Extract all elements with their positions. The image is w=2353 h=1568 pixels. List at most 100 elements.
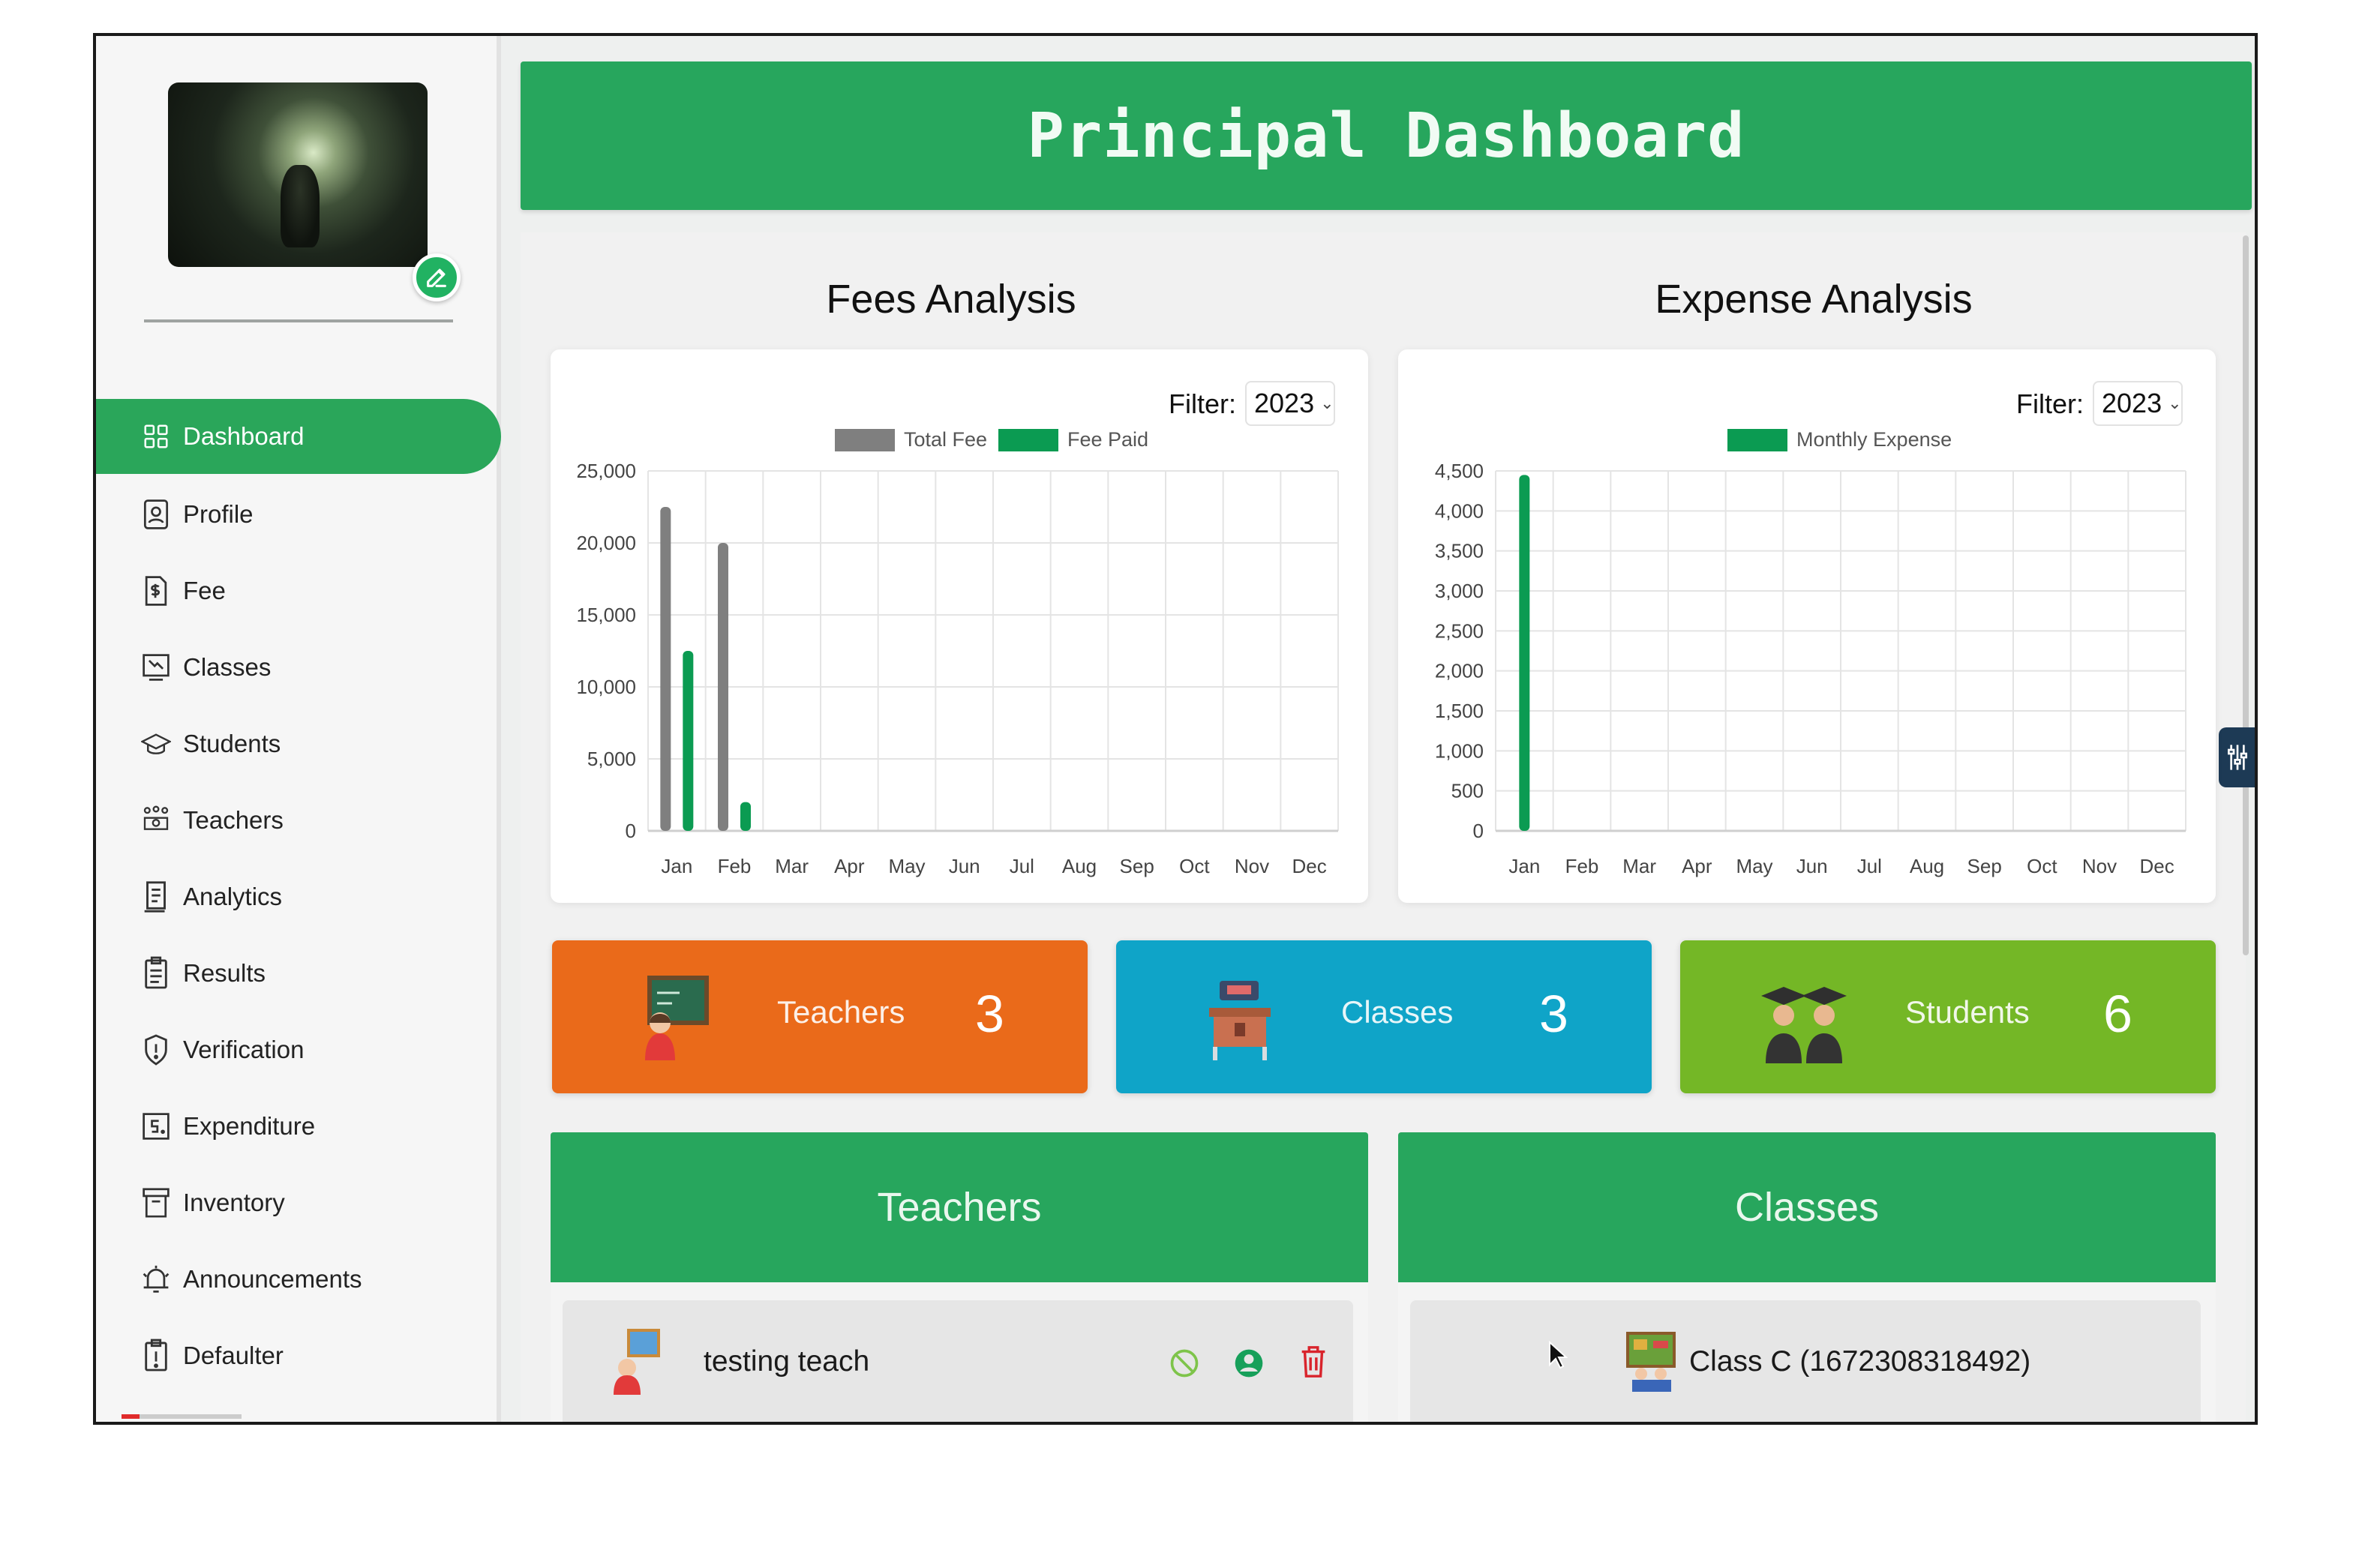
graduation-cap-icon [141,727,171,761]
alert-icon [141,1339,171,1373]
sidebar-item-label: Inventory [183,1189,285,1216]
edit-avatar-button[interactable] [413,253,461,301]
sidebar-item-verification[interactable]: Verification [96,1012,501,1087]
x-tick-label: Sep [1967,855,2002,877]
mouse-cursor-icon [1549,1341,1568,1369]
sidebar-item-announcements[interactable]: Announcements [96,1242,501,1317]
settings-toggle[interactable] [2219,727,2255,787]
teacher-row[interactable]: testing teach [563,1300,1353,1422]
block-button[interactable] [1167,1344,1202,1383]
user-circle-icon [1235,1349,1263,1378]
sidebar-item-profile[interactable]: Profile [96,477,501,552]
x-tick-label: Feb [1565,855,1599,877]
class-row[interactable]: Class C (1672308318492) [1410,1300,2201,1422]
sidebar-item-fee[interactable]: Fee [96,553,501,628]
x-tick-label: Jun [1796,855,1828,877]
class-name: Class C (1672308318492) [1689,1345,2031,1378]
students-stat-card[interactable]: Students 6 [1680,940,2216,1093]
sidebar-item-classes[interactable]: Classes [96,630,501,705]
bar [660,507,671,831]
stat-value: 6 [2103,985,2132,1043]
sidebar-item-defaulter[interactable]: Defaulter [96,1318,501,1393]
x-tick-label: Dec [2140,855,2174,877]
sidebar: Dashboard Profile Fee Classes Students T… [96,36,501,1422]
scrollbar[interactable] [2243,235,2249,955]
legend-swatch [998,429,1058,451]
view-profile-button[interactable] [1232,1344,1266,1383]
x-tick-label: Oct [1179,855,1210,877]
teachers-list-title: Teachers [877,1185,1042,1230]
inventory-icon [141,1186,171,1220]
legend-swatch [1727,429,1787,451]
bar [1519,475,1530,831]
stat-value: 3 [1539,985,1568,1043]
shield-icon [141,1033,171,1067]
expense-bar-chart: 0 500 1,000 1,500 2,000 2,500 3,000 3,500 4,000 4… [1435,428,2186,877]
legend-label: Total Fee [904,428,987,451]
progress-fill [122,1414,140,1419]
sidebar-item-label: Announcements [183,1265,362,1293]
y-tick-label: 4,500 [1435,460,1484,482]
y-tick-label: 500 [1451,780,1484,802]
teacher-name: testing teach [704,1345,870,1378]
stat-value: 3 [975,985,1004,1043]
bar [718,543,728,831]
sidebar-item-expenditure[interactable]: Expenditure [96,1089,501,1164]
page-title: Principal Dashboard [1027,100,1745,172]
teachers-icon [141,803,171,838]
legend-swatch [835,429,895,451]
stat-label: Classes [1341,994,1454,1030]
expenditure-icon [141,1109,171,1144]
sidebar-item-teachers[interactable]: Teachers [96,783,501,858]
teacher-avatar-icon [614,1329,660,1395]
y-tick-label: 3,500 [1435,540,1484,562]
block-icon [1170,1349,1199,1378]
sidebar-item-results[interactable]: Results [96,936,501,1011]
y-tick-label: 1,500 [1435,700,1484,722]
sidebar-item-label: Results [183,959,266,987]
sidebar-item-label: Fee [183,577,226,604]
y-tick-label: 1,000 [1435,739,1484,762]
sidebar-item-inventory[interactable]: Inventory [96,1165,501,1240]
sidebar-item-analytics[interactable]: Analytics [96,859,501,934]
school-desk-icon [1209,981,1271,1060]
teachers-list-header: Teachers [551,1132,1368,1282]
sidebar-item-label: Students [183,730,281,757]
x-tick-label: Nov [1235,855,1269,877]
y-tick-label: 4,000 [1435,499,1484,522]
progress-track [122,1414,242,1419]
x-tick-label: Sep [1120,855,1154,877]
sidebar-item-students[interactable]: Students [96,706,501,781]
y-tick-label: 25,000 [576,460,636,482]
trash-icon [1301,1346,1325,1378]
avatar-figure [281,165,320,247]
delete-button[interactable] [1296,1342,1331,1381]
bell-icon [141,1262,171,1297]
x-tick-label: May [1736,855,1772,877]
fee-icon [141,574,171,608]
sidebar-item-label: Analytics [183,883,283,910]
pencil-icon [427,268,446,287]
sidebar-item-dashboard[interactable]: Dashboard [96,399,501,474]
fees-bar-chart: 0 5,000 10,000 15,000 20,000 25,000 Jan Feb Mar A… [576,428,1339,877]
x-tick-label: Jan [661,855,692,877]
analytics-icon [141,880,171,914]
x-tick-label: Oct [2027,855,2057,877]
bar [683,651,694,831]
x-tick-label: Feb [718,855,752,877]
classes-stat-card[interactable]: Classes 3 [1116,940,1652,1093]
fees-chart-card: Filter: 2023 ⌄ 0 5,000 10,000 15,000 20,000 2… [551,349,1368,903]
y-tick-label: 0 [1473,820,1484,842]
classroom-icon [1626,1332,1676,1392]
x-tick-label: Mar [775,855,809,877]
classes-icon [141,650,171,685]
teachers-stat-card[interactable]: Teachers 3 [552,940,1088,1093]
y-tick-label: 10,000 [576,676,636,698]
legend-label: Fee Paid [1067,428,1148,451]
sidebar-item-label: Expenditure [183,1112,316,1140]
sidebar-item-label: Dashboard [183,422,305,450]
x-tick-label: May [888,855,925,877]
classes-list-title: Classes [1734,1185,1880,1230]
y-tick-label: 2,500 [1435,619,1484,642]
expense-chart-card: Filter: 2023 ⌄ 0 500 1,000 1,500 2,000 2,500 3… [1398,349,2216,903]
